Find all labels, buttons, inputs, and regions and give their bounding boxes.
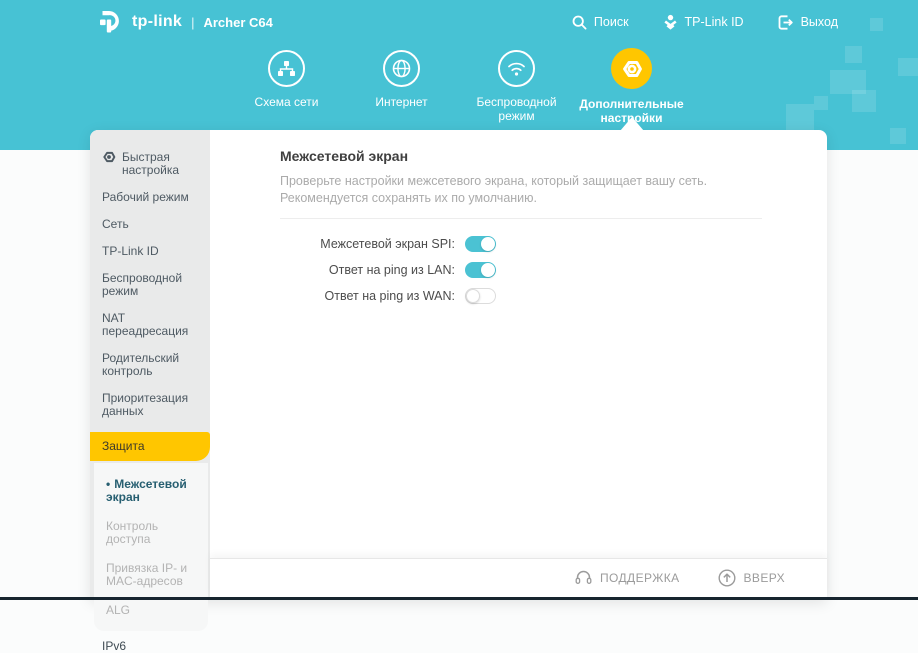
nav-label: Беспроводной режим [476,95,557,123]
page-title: Межсетевой экран [280,148,409,164]
main-card: Быстрая настройка Рабочий режим Сеть TP-… [90,130,827,653]
toggle-knob [466,289,480,303]
submenu-item-access-control[interactable]: Контроль доступа [106,520,200,546]
toggle-knob [481,263,495,277]
sidebar-item-label: Защита [102,439,145,453]
nav-label: Схема сети [254,95,319,109]
account-icon [663,14,677,30]
nav-item-network-map[interactable]: Схема сети [229,50,344,125]
nav-label: Интернет [375,95,428,109]
setting-label: Ответ на ping из LAN: [328,263,455,277]
sidebar-item-tplink-id[interactable]: TP-Link ID [90,245,210,258]
sidebar-item-nat-forwarding[interactable]: NAT переадресация [90,312,210,338]
sidebar-item-label: Родительский контроль [102,351,180,378]
sidebar-item-label: NAT переадресация [102,311,189,338]
sidebar-item-label: Рабочий режим [102,190,189,204]
brand-logo[interactable]: tp-link | Archer C64 [95,7,273,37]
sidebar-item-label: TP-Link ID [102,244,159,258]
brand-separator: | [191,14,195,30]
back-to-top-label: ВВЕРХ [743,571,785,585]
setting-row-spi: Межсетевой экран SPI: [280,236,762,252]
router-model: Archer C64 [203,14,273,30]
nav-item-advanced-settings[interactable]: Дополнительные настройки [574,48,689,125]
firewall-settings: Межсетевой экран SPI: Ответ на ping из L… [280,236,762,304]
sidebar-item-label: Беспроводной режим [102,271,183,298]
sidebar-item-label: Сеть [102,217,129,231]
submenu-item-label: ALG [106,603,131,617]
section-divider [280,218,762,219]
spi-firewall-toggle[interactable] [465,236,496,252]
sidebar-item-ipv6[interactable]: IPv6 [90,640,210,653]
sidebar-item-label: IPv6 [102,639,127,653]
sidebar-item-quick-setup[interactable]: Быстрая настройка [90,151,210,177]
sidebar-item-label: Приоритезация данных [102,391,189,418]
search-label: Поиск [593,15,629,29]
sidebar-item-network[interactable]: Сеть [90,218,210,231]
submenu-item-ip-mac-binding[interactable]: Привязка IP- и MAC-адресов [106,562,200,588]
sidebar-item-security[interactable]: Защита [90,432,210,461]
search-button[interactable]: Поиск [572,15,629,30]
card-footer: ПОДДЕРЖКА ВВЕРХ [210,558,827,597]
tplink-id-label: TP-Link ID [684,15,744,29]
nav-item-internet[interactable]: Интернет [344,50,459,125]
tplink-id-button[interactable]: TP-Link ID [663,14,744,30]
search-icon [572,15,587,30]
submenu-item-label: Межсетевой экран [106,477,187,504]
nav-item-wireless[interactable]: Беспроводной режим [459,50,574,125]
brand-name: tp-link [132,13,183,30]
sitemap-icon [278,61,295,76]
header-band: tp-link | Archer C64 Поиск TP-Link ID Вы… [0,0,918,150]
support-button[interactable]: ПОДДЕРЖКА [575,570,680,586]
security-submenu: • Межсетевой экран Контроль доступа Привя… [94,463,208,631]
main-nav: Схема сети Интернет Беспроводной режим Д… [0,48,918,125]
tp-link-logo-icon [100,11,119,33]
globe-icon [392,59,411,78]
gear-icon [622,60,642,77]
support-label: ПОДДЕРЖКА [600,571,680,585]
setting-label: Ответ на ping из WAN: [324,289,455,303]
sidebar-item-label: Быстрая настройка [122,150,180,177]
arrow-up-circle-icon [718,569,736,587]
sidebar-item-parental-controls[interactable]: Родительский контроль [90,352,210,378]
page-description: Проверьте настройки межсетевого экрана, … [280,174,708,205]
sidebar-item-wireless[interactable]: Беспроводной режим [90,272,210,298]
setting-label: Межсетевой экран SPI: [320,237,455,251]
setting-row-ping-lan: Ответ на ping из LAN: [280,262,762,278]
back-to-top-button[interactable]: ВВЕРХ [718,569,785,587]
ping-wan-toggle[interactable] [465,288,496,304]
submenu-item-firewall[interactable]: • Межсетевой экран [106,478,200,504]
quick-setup-icon [103,151,116,163]
headphones-icon [575,570,592,584]
active-nav-pointer [620,117,644,131]
top-header: tp-link | Archer C64 Поиск TP-Link ID Вы… [0,0,918,44]
submenu-item-label: Контроль доступа [106,519,159,546]
sidebar-item-qos[interactable]: Приоритезация данных [90,392,210,418]
ping-lan-toggle[interactable] [465,262,496,278]
decor-square [890,128,906,144]
setting-row-ping-wan: Ответ на ping из WAN: [280,288,762,304]
sidebar-item-operation-mode[interactable]: Рабочий режим [90,191,210,204]
toggle-knob [481,237,495,251]
sidebar: Быстрая настройка Рабочий режим Сеть TP-… [90,130,210,653]
submenu-item-label: Привязка IP- и MAC-адресов [106,561,188,588]
content-area: Межсетевой экран Проверьте настройки меж… [210,130,827,558]
logout-icon [778,14,793,30]
submenu-item-alg[interactable]: ALG [106,604,200,617]
wifi-icon [508,62,525,76]
logout-label: Выход [800,15,838,29]
logout-button[interactable]: Выход [778,14,838,30]
